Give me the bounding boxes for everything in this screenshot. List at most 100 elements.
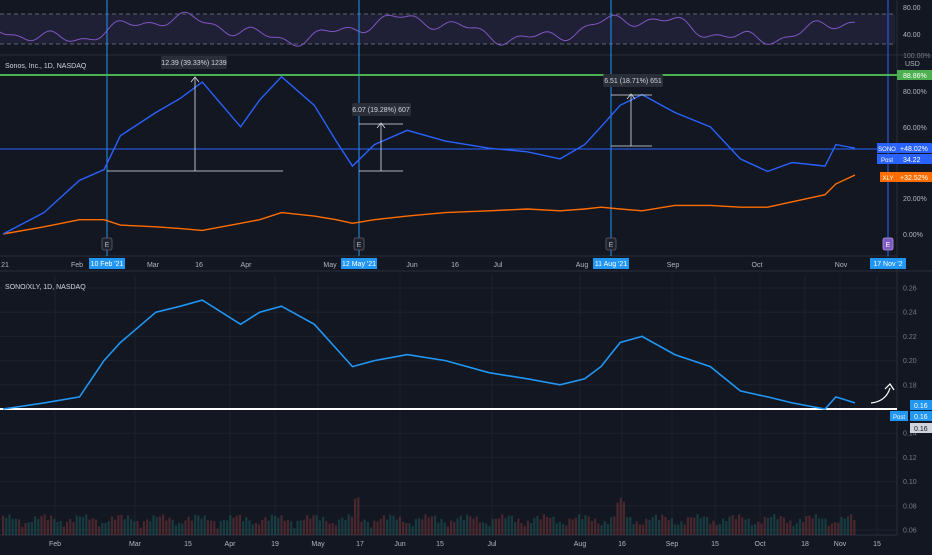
volume-bar	[219, 521, 222, 535]
volume-bar	[821, 518, 824, 535]
volume-bar	[43, 514, 46, 535]
volume-bar	[590, 521, 593, 535]
volume-bar	[830, 523, 833, 535]
volume-bar	[584, 515, 587, 535]
volume-bar	[155, 517, 158, 535]
volume-bar	[200, 518, 203, 535]
ratio-point	[179, 305, 181, 307]
volume-bar	[168, 517, 171, 535]
volume-bar	[72, 522, 75, 535]
date-badge-label: 17 Nov '2	[873, 261, 902, 268]
sono-point	[335, 140, 337, 142]
volume-bar	[581, 519, 584, 535]
volume-bar	[616, 502, 619, 535]
volume-bar	[731, 515, 734, 535]
volume-bar	[770, 517, 773, 535]
volume-bar	[350, 516, 353, 535]
volume-bar	[568, 518, 571, 535]
ratio-point	[835, 396, 837, 398]
volume-bar	[107, 521, 110, 535]
volume-bar	[222, 520, 225, 535]
volume-bar	[651, 517, 654, 535]
volume-bar	[306, 515, 309, 535]
top-x-tick: 16	[195, 262, 203, 269]
sono-point	[824, 165, 826, 167]
volume-bar	[766, 517, 769, 535]
top-chart-title: Sonos, Inc., 1D, NASDAQ	[5, 63, 87, 70]
volume-bar	[680, 521, 683, 535]
bottom-x-tick: Oct	[755, 541, 766, 548]
ratio-point	[767, 396, 769, 398]
volume-bar	[661, 514, 664, 535]
sono-point	[179, 97, 181, 99]
volume-bar	[18, 519, 21, 535]
ratio-point	[2, 408, 4, 410]
volume-bar	[523, 526, 526, 535]
volume-bar	[405, 522, 408, 535]
volume-bar	[101, 523, 104, 535]
measure-2-label: 6.07 (19.28%) 607	[352, 107, 410, 114]
volume-bar	[258, 524, 261, 535]
volume-bar	[494, 518, 497, 535]
volume-bar	[613, 516, 616, 535]
volume-bar	[270, 514, 273, 535]
sono-point	[674, 111, 676, 113]
volume-bar	[610, 517, 613, 535]
volume-bar	[629, 516, 632, 535]
bottom-x-tick: 15	[873, 541, 881, 548]
ratio-point	[406, 354, 408, 356]
volume-bar	[606, 523, 609, 535]
volume-bar	[600, 525, 603, 535]
volume-bar	[98, 526, 101, 535]
volume-bar	[142, 521, 145, 535]
volume-bar	[776, 519, 779, 535]
volume-bar	[178, 522, 181, 535]
sono-point	[2, 233, 4, 235]
sono-point	[351, 165, 353, 167]
volume-bar	[46, 520, 49, 535]
volume-bar	[75, 515, 78, 535]
volume-bar	[440, 519, 443, 535]
volume-bar	[347, 514, 350, 535]
sono-point	[835, 144, 837, 146]
volume-bar	[686, 517, 689, 535]
sono-point	[619, 104, 621, 106]
sono-point	[600, 126, 602, 128]
volume-bar	[472, 518, 475, 535]
volume-bar	[184, 520, 187, 535]
sono-post-price: 34.22	[903, 157, 921, 164]
bottom-x-tick: Jun	[394, 541, 405, 548]
volume-bar	[488, 526, 491, 535]
volume-bar	[536, 516, 539, 535]
top-x-tick: 16	[451, 262, 459, 269]
volume-bar	[120, 514, 123, 535]
top-x-tick: Jul	[494, 262, 503, 269]
volume-bar	[37, 518, 40, 535]
volume-bar	[709, 523, 712, 535]
volume-bar	[546, 516, 549, 535]
volume-bar	[408, 523, 411, 535]
chart-canvas[interactable]: 12.39 (39.33%) 1239 6.07 (19.28%) 607 6.…	[0, 0, 932, 550]
volume-bar	[699, 518, 702, 535]
volume-bar	[482, 522, 485, 535]
ratio-point	[584, 378, 586, 380]
volume-bar	[542, 514, 545, 535]
ratio-point	[739, 390, 741, 392]
volume-bar	[853, 520, 856, 535]
volume-bar	[190, 520, 193, 535]
volume-bar	[216, 528, 219, 535]
bottom-y-tick: 0.26	[903, 286, 917, 293]
volume-bar	[430, 516, 433, 535]
volume-bar	[14, 518, 17, 535]
sono-point	[584, 144, 586, 146]
volume-bar	[248, 520, 251, 535]
volume-bar	[725, 521, 728, 535]
volume-bar	[533, 517, 536, 535]
volume-bar	[795, 523, 798, 535]
sono-point	[791, 161, 793, 163]
ratio-point	[280, 305, 282, 307]
volume-bar	[379, 518, 382, 535]
volume-bar	[194, 514, 197, 535]
ratio-point	[78, 396, 80, 398]
volume-bar	[376, 521, 379, 535]
